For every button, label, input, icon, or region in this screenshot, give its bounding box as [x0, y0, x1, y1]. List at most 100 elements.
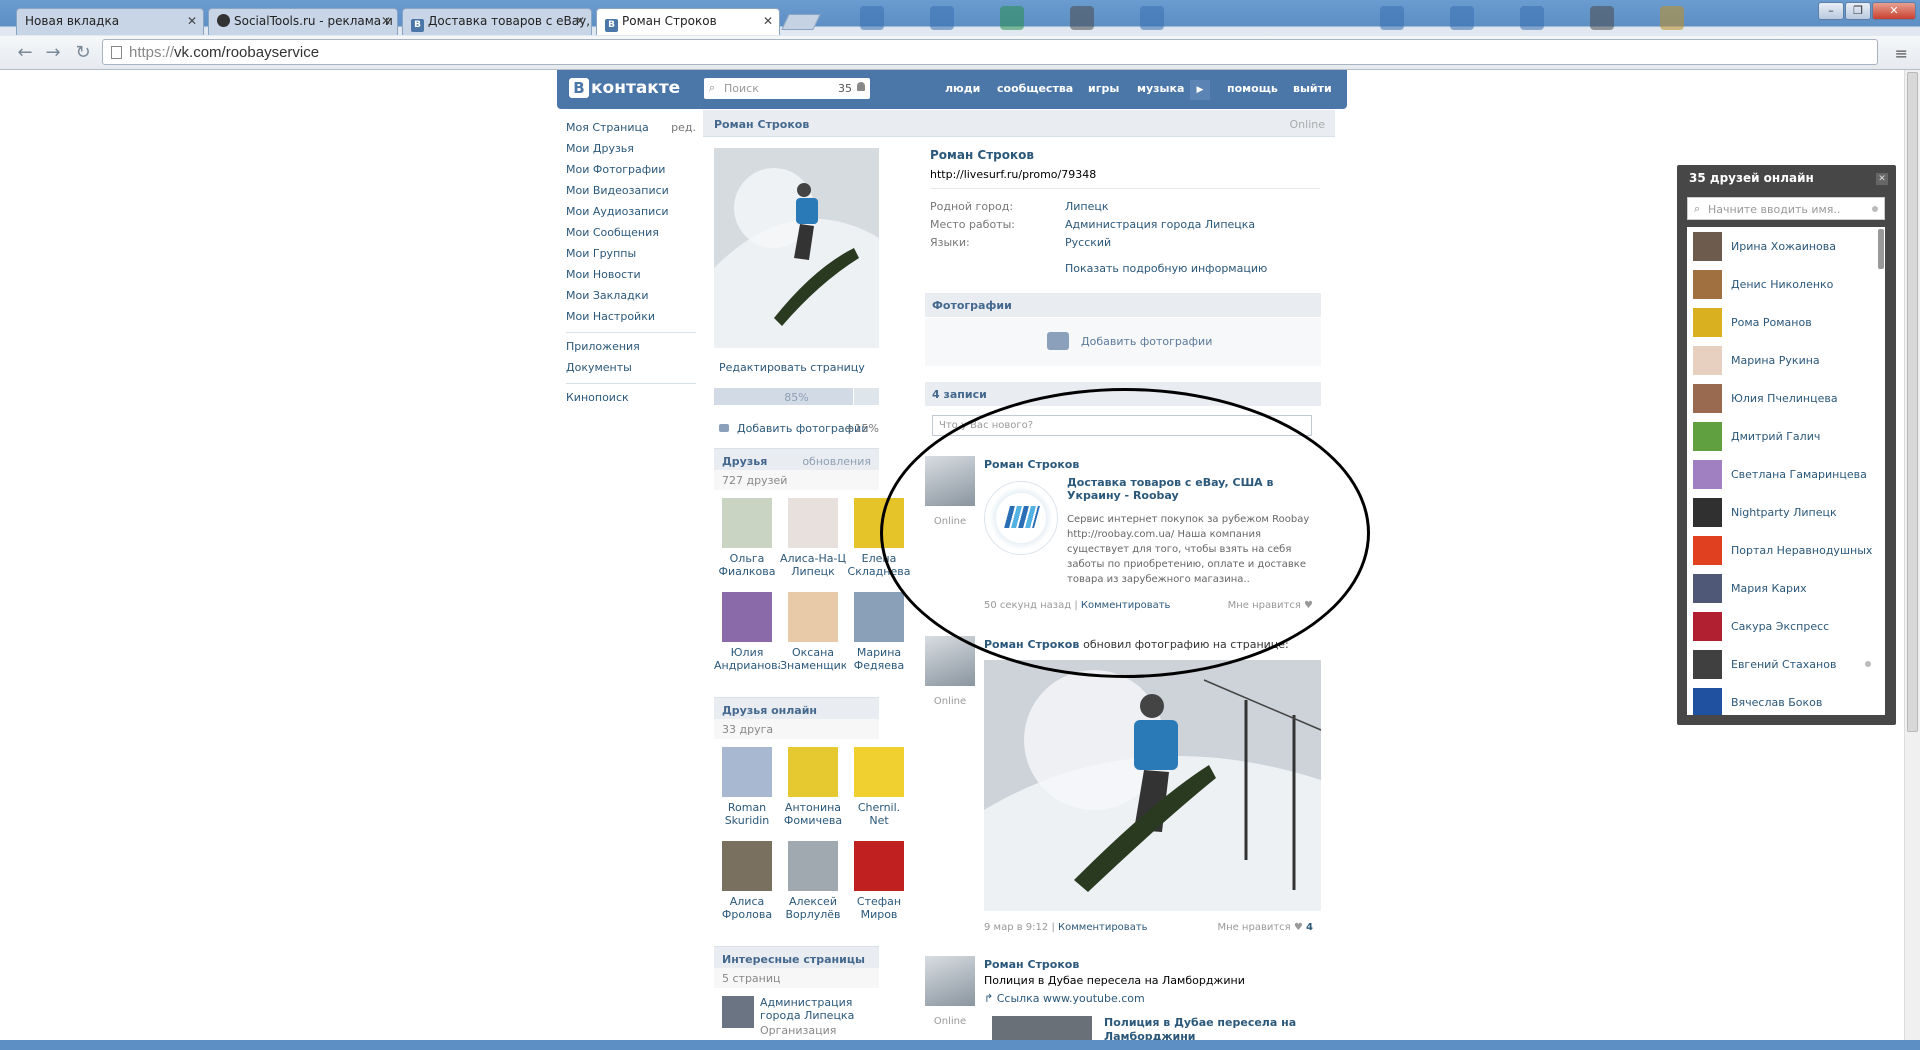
friend-item[interactable]: Антонина Фомичева — [780, 747, 846, 841]
nav-people[interactable]: люди — [945, 82, 980, 95]
online-friend-avatar[interactable] — [1693, 384, 1722, 413]
friend-first-name[interactable]: Оксана — [780, 646, 846, 659]
friend-first-name[interactable]: Юлия — [714, 646, 780, 659]
menu-my-audio[interactable]: Мои Аудиозаписи — [566, 201, 696, 222]
tab-new[interactable]: Новая вкладка ✕ — [16, 8, 204, 35]
menu-my-settings[interactable]: Мои Настройки — [566, 306, 696, 327]
friend-item[interactable]: Марина Федяева — [846, 592, 912, 686]
friend-last-name[interactable]: Net — [846, 814, 912, 827]
post-link-title[interactable]: Полиция в Дубае пересела на Ламборджини — [1104, 1016, 1304, 1040]
friend-item[interactable]: Стефан Миров — [846, 841, 912, 935]
page-scrollbar[interactable] — [1904, 70, 1920, 1050]
friend-photo[interactable] — [722, 592, 772, 642]
friend-last-name[interactable]: Андрианова — [714, 659, 780, 672]
tab-roobay[interactable]: B Доставка товаров с eBay, С ✕ — [402, 8, 592, 35]
online-friend-avatar[interactable] — [1693, 422, 1722, 451]
friend-item[interactable]: Chernil. Net — [846, 747, 912, 841]
edit-menu-link[interactable]: ред. — [671, 117, 696, 138]
friend-item[interactable]: Юлия Андрианова — [714, 592, 780, 686]
show-more-link[interactable]: Показать подробную информацию — [1065, 260, 1267, 278]
online-friend-avatar[interactable] — [1693, 498, 1722, 527]
online-friend-row[interactable]: Nightparty Липецк — [1687, 493, 1885, 531]
online-friend-avatar[interactable] — [1693, 346, 1722, 375]
menu-my-videos[interactable]: Мои Видеозаписи — [566, 180, 696, 201]
online-friend-name[interactable]: Рома Романов — [1731, 316, 1812, 329]
friend-first-name[interactable]: Марина — [846, 646, 912, 659]
online-friend-row[interactable]: Марина Рукина — [1687, 341, 1885, 379]
online-friend-avatar[interactable] — [1693, 650, 1722, 679]
online-friend-name[interactable]: Сакура Экспресс — [1731, 620, 1829, 633]
address-bar[interactable]: https://vk.com/roobayservice — [102, 39, 1878, 65]
online-friend-avatar[interactable] — [1693, 574, 1722, 603]
friend-last-name[interactable]: Федяева — [846, 659, 912, 672]
friend-last-name[interactable]: Фомичева — [780, 814, 846, 827]
like-button[interactable]: Мне нравится ♥ 4 — [1217, 922, 1313, 933]
online-friend-avatar[interactable] — [1693, 688, 1722, 715]
photos-header[interactable]: Фотографии — [925, 293, 1321, 317]
online-friend-name[interactable]: Портал Неравнодушных — [1731, 544, 1872, 557]
online-friend-name[interactable]: Денис Николенко — [1731, 278, 1833, 291]
menu-my-page[interactable]: Моя Страница ред. — [566, 117, 696, 138]
online-friend-name[interactable]: Юлия Пчелинцева — [1731, 392, 1838, 405]
online-friend-avatar[interactable] — [1693, 460, 1722, 489]
online-friend-name[interactable]: Евгений Стаханов — [1731, 658, 1836, 671]
friend-photo[interactable] — [854, 841, 904, 891]
friend-photo[interactable] — [722, 747, 772, 797]
friend-photo[interactable] — [788, 498, 838, 548]
edit-page-link[interactable]: Редактировать страницу — [719, 361, 865, 374]
tab-close-icon[interactable]: ✕ — [575, 14, 585, 28]
tab-close-icon[interactable]: ✕ — [763, 14, 773, 28]
nav-communities[interactable]: сообщества — [997, 82, 1073, 95]
online-friend-name[interactable]: Дмитрий Галич — [1731, 430, 1820, 443]
friend-last-name[interactable]: Миров — [846, 908, 912, 921]
friend-first-name[interactable]: Алиса-На-Цве — [780, 552, 846, 565]
reload-icon[interactable]: ↻ — [72, 42, 94, 64]
online-friend-row[interactable]: Мария Карих — [1687, 569, 1885, 607]
friend-last-name[interactable]: Знаменщикова — [780, 659, 846, 672]
friend-last-name[interactable]: Фролова — [714, 908, 780, 921]
close-icon[interactable]: ✕ — [1876, 173, 1888, 185]
online-friend-name[interactable]: Ирина Хожаинова — [1731, 240, 1836, 253]
play-icon[interactable]: ▶ — [1190, 80, 1210, 100]
menu-apps[interactable]: Приложения — [566, 336, 696, 357]
friend-item[interactable]: Roman Skuridin — [714, 747, 780, 841]
forward-arrow-icon[interactable]: → — [42, 42, 64, 64]
minimize-icon[interactable]: – — [1818, 2, 1844, 20]
friends-online-header[interactable]: Друзья онлайн — [714, 697, 879, 719]
add-photos-link[interactable]: Добавить фотографии +15% — [719, 422, 879, 435]
menu-my-news[interactable]: Мои Новости — [566, 264, 696, 285]
window-close-icon[interactable]: ✕ — [1872, 2, 1916, 20]
interesting-item[interactable]: Администрация города Липецка Организация — [714, 988, 879, 1037]
nav-music[interactable]: музыка — [1137, 82, 1184, 95]
friend-photo[interactable] — [788, 841, 838, 891]
online-friend-row[interactable]: Юлия Пчелинцева — [1687, 379, 1885, 417]
online-friend-avatar[interactable] — [1693, 270, 1722, 299]
online-friend-row[interactable]: Евгений Стаханов — [1687, 645, 1885, 683]
friend-last-name[interactable]: Фиалкова — [714, 565, 780, 578]
menu-my-photos[interactable]: Мои Фотографии — [566, 159, 696, 180]
post-link-line[interactable]: ↱ Ссылка www.youtube.com — [984, 992, 1145, 1005]
friend-photo[interactable] — [854, 592, 904, 642]
photos-add-link[interactable]: Добавить фотографии — [1081, 335, 1212, 348]
menu-my-messages[interactable]: Мои Сообщения — [566, 222, 696, 243]
online-friend-row[interactable]: Светлана Гамаринцева — [1687, 455, 1885, 493]
friend-photo[interactable] — [788, 592, 838, 642]
online-friend-row[interactable]: Портал Неравнодушных — [1687, 531, 1885, 569]
post-author-avatar[interactable] — [925, 956, 975, 1006]
tab-close-icon[interactable]: ✕ — [187, 14, 197, 28]
online-friend-avatar[interactable] — [1693, 308, 1722, 337]
info-value[interactable]: Администрация города Липецка — [1065, 216, 1255, 234]
friend-item[interactable]: ОксанаЗнаменщикова — [780, 592, 846, 686]
back-arrow-icon[interactable]: ← — [14, 42, 36, 64]
tab-close-icon[interactable]: ✕ — [381, 14, 391, 28]
online-friend-row[interactable]: Ирина Хожаинова — [1687, 227, 1885, 265]
friend-last-name[interactable]: Skuridin — [714, 814, 780, 827]
post-video-thumbnail[interactable] — [992, 1016, 1092, 1040]
profile-status[interactable]: http://livesurf.ru/promo/79348 — [930, 168, 1320, 181]
menu-my-groups[interactable]: Мои Группы — [566, 243, 696, 264]
friend-first-name[interactable]: Антонина — [780, 801, 846, 814]
menu-kinopoisk[interactable]: Кинопоиск — [566, 387, 696, 408]
menu-icon[interactable]: ≡ — [1895, 44, 1908, 63]
online-friend-row[interactable]: Сакура Экспресс — [1687, 607, 1885, 645]
nav-help[interactable]: помощь — [1227, 82, 1278, 95]
